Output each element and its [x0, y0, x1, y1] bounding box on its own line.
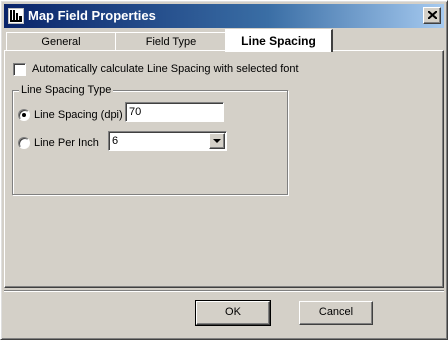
line-per-inch-label: Line Per Inch — [34, 137, 99, 149]
title-bar[interactable]: Map Field Properties — [4, 4, 444, 28]
window-title: Map Field Properties — [28, 8, 156, 23]
line-spacing-dpi-value: 70 — [129, 106, 142, 118]
tab-field-type[interactable]: Field Type — [115, 32, 227, 52]
tab-label: General — [41, 36, 81, 48]
auto-calc-label: Automatically calculate Line Spacing wit… — [32, 63, 299, 75]
radio-line-per-inch[interactable] — [18, 137, 30, 149]
cancel-button[interactable]: Cancel — [299, 301, 373, 325]
close-icon — [428, 11, 437, 19]
footer-separator — [4, 290, 444, 292]
app-logo-icon — [8, 8, 24, 24]
dropdown-button[interactable] — [209, 133, 225, 149]
line-per-inch-value: 6 — [112, 135, 119, 147]
radio-selected-dot — [22, 113, 26, 117]
group-label: Line Spacing Type — [19, 84, 114, 97]
auto-calc-checkbox[interactable] — [13, 63, 26, 76]
line-spacing-dpi-label: Line Spacing (dpi) — [34, 109, 123, 121]
dialog-window: Map Field Properties General Field Type … — [0, 0, 448, 340]
ok-button[interactable]: OK — [195, 300, 271, 326]
cancel-button-label: Cancel — [318, 306, 354, 318]
tab-general[interactable]: General — [6, 32, 116, 52]
line-spacing-dpi-input[interactable]: 70 — [125, 102, 224, 122]
tab-label: Field Type — [145, 36, 197, 48]
close-button[interactable] — [423, 7, 441, 24]
tab-label: Line Spacing — [241, 34, 316, 48]
line-per-inch-select[interactable]: 6 — [108, 131, 227, 151]
radio-line-spacing-dpi[interactable] — [18, 109, 30, 121]
ok-button-label: OK — [225, 306, 241, 318]
tab-line-spacing[interactable]: Line Spacing — [225, 29, 333, 52]
chevron-down-icon — [213, 139, 221, 143]
